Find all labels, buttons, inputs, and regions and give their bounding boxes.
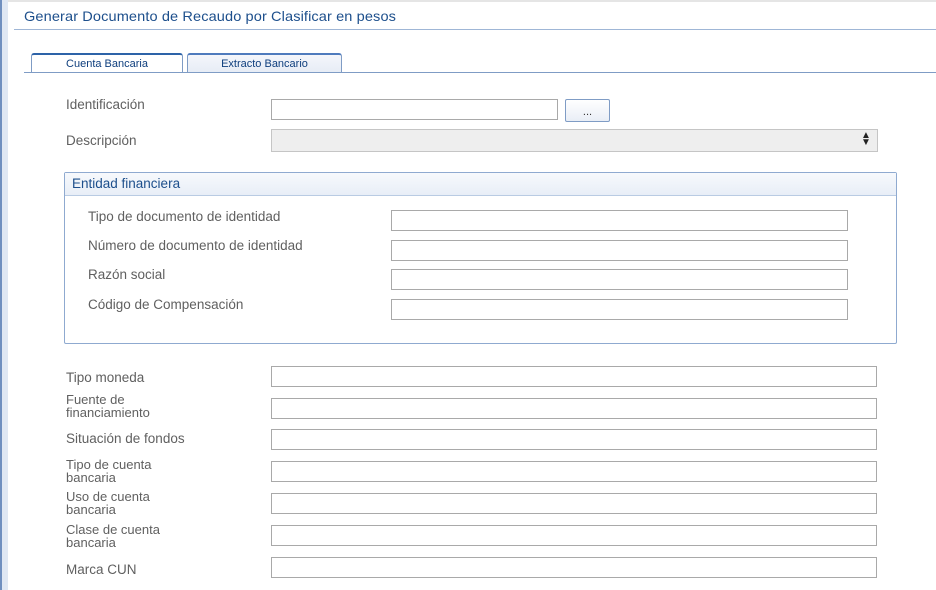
descripcion-field[interactable]: ▲ ▼	[271, 129, 878, 152]
up-down-spinner-icon[interactable]: ▲ ▼	[861, 131, 871, 148]
tab-cuenta-bancaria[interactable]: Cuenta Bancaria	[31, 53, 183, 73]
window-title: Generar Documento de Recaudo por Clasifi…	[24, 8, 397, 24]
group-header: Entidad financiera	[65, 173, 896, 196]
clase-cuenta-input[interactable]	[271, 525, 877, 546]
clase-cuenta-label: Clase de cuenta bancaria	[66, 522, 160, 550]
situacion-fondos-label: Situación de fondos	[66, 431, 185, 446]
tab-label: Cuenta Bancaria	[66, 58, 148, 70]
title-divider	[14, 29, 936, 30]
tipo-moneda-input[interactable]	[271, 366, 877, 387]
lookup-button-label: ...	[582, 106, 593, 118]
marca-cun-input[interactable]	[271, 557, 877, 578]
numero-documento-label: Número de documento de identidad	[88, 238, 303, 253]
tab-extracto-bancario[interactable]: Extracto Bancario	[187, 53, 342, 73]
identificacion-lookup-button[interactable]: ...	[565, 99, 610, 122]
razon-social-input[interactable]	[391, 269, 848, 290]
left-rail	[0, 0, 8, 590]
group-title: Entidad financiera	[72, 176, 181, 191]
fuente-financiamiento-input[interactable]	[271, 398, 877, 419]
identificacion-label: Identificación	[66, 97, 145, 112]
tab-label: Extracto Bancario	[221, 58, 308, 70]
marca-cun-label: Marca CUN	[66, 562, 137, 577]
numero-documento-input[interactable]	[391, 240, 848, 261]
tipo-cuenta-input[interactable]	[271, 461, 877, 482]
descripcion-label: Descripción	[66, 133, 137, 148]
top-divider	[8, 0, 936, 2]
codigo-compensacion-input[interactable]	[391, 299, 848, 320]
situacion-fondos-input[interactable]	[271, 429, 877, 450]
identificacion-input[interactable]	[271, 99, 558, 120]
codigo-compensacion-label: Código de Compensación	[88, 297, 244, 312]
razon-social-label: Razón social	[88, 267, 166, 282]
tipo-moneda-label: Tipo moneda	[66, 370, 145, 385]
tipo-documento-input[interactable]	[391, 210, 848, 231]
uso-cuenta-input[interactable]	[271, 493, 877, 514]
tipo-documento-label: Tipo de documento de identidad	[88, 209, 281, 224]
fuente-financiamiento-label: Fuente de financiamiento	[66, 392, 150, 420]
uso-cuenta-label: Uso de cuenta bancaria	[66, 489, 150, 517]
tipo-cuenta-label: Tipo de cuenta bancaria	[66, 457, 152, 485]
tab-strip-line	[24, 72, 936, 73]
